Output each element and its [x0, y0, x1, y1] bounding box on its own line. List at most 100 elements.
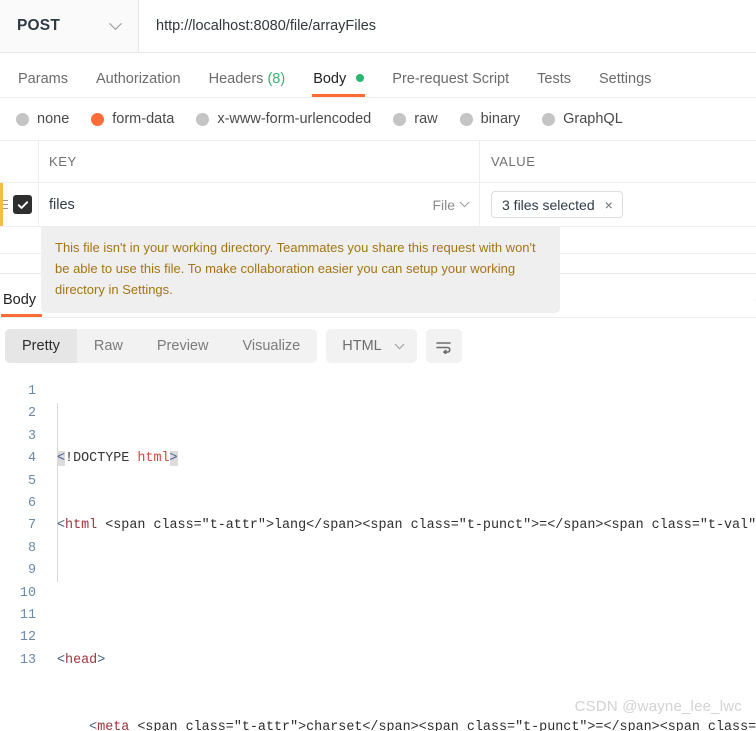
tab-pre-request-script[interactable]: Pre-request Script	[378, 70, 523, 98]
radio-selected-icon	[91, 112, 105, 126]
table-row: files File 3 files selected × This file …	[0, 183, 756, 314]
view-mode-label: Raw	[93, 338, 123, 354]
tab-params[interactable]: Params	[4, 70, 82, 98]
tab-body[interactable]: Body	[299, 70, 378, 98]
body-type-graphql[interactable]: GraphQL	[531, 111, 634, 127]
line-number: 9	[27, 563, 36, 579]
line-number: 13	[19, 652, 36, 668]
code-line: <head>	[57, 652, 106, 668]
tab-headers[interactable]: Headers (8)	[195, 70, 300, 98]
header-grip-column	[0, 141, 39, 182]
clear-files-icon[interactable]: ×	[605, 198, 613, 212]
row-type-label: File	[432, 196, 455, 213]
view-mode-visualize[interactable]: Visualize	[225, 329, 317, 363]
headers-count-badge: (8)	[267, 70, 286, 87]
row-enabled-checkbox[interactable]	[13, 195, 32, 214]
response-language-label: HTML	[342, 338, 382, 354]
row-value-cell[interactable]: 3 files selected ×	[480, 183, 756, 226]
word-wrap-button[interactable]	[425, 329, 462, 363]
tab-label: Settings	[598, 70, 652, 87]
watermark: CSDN @wayne_lee_lwc	[574, 698, 742, 715]
word-wrap-icon	[436, 341, 452, 354]
body-type-raw[interactable]: raw	[382, 111, 448, 127]
body-type-x-www-form-urlencoded[interactable]: x-www-form-urlencoded	[185, 111, 382, 127]
line-number: 6	[27, 496, 36, 512]
body-type-binary[interactable]: binary	[449, 111, 532, 127]
row-key-cell[interactable]: files File	[39, 183, 480, 226]
check-icon	[17, 200, 28, 209]
radio-icon	[542, 112, 556, 126]
radio-icon	[459, 112, 473, 126]
selected-files-pill: 3 files selected ×	[491, 191, 623, 218]
tab-tests[interactable]: Tests	[523, 70, 585, 98]
line-number: 3	[27, 428, 36, 444]
body-type-none[interactable]: none	[5, 111, 80, 127]
drag-handle-icon[interactable]	[0, 200, 8, 209]
warning-text: This file isn't in your working director…	[55, 240, 536, 298]
line-number: 10	[19, 585, 36, 601]
row-type-select[interactable]: File	[432, 196, 470, 213]
code-line: <html <span class="t-attr">lang</span><s…	[57, 518, 756, 534]
request-url-bar: POST http://localhost:8080/file/arrayFil…	[0, 0, 756, 53]
tab-label: Body	[3, 291, 37, 308]
response-body-code-viewer[interactable]: 1 2 3 4 5 6 7 8 9 10 11 12 13 <!DOCTYPE …	[0, 374, 756, 731]
view-mode-pretty[interactable]: Pretty	[5, 329, 77, 363]
code-line-number-gutter: 1 2 3 4 5 6 7 8 9 10 11 12 13	[0, 381, 45, 731]
request-tab-bar: Params Authorization Headers (8) Body Pr…	[0, 53, 756, 98]
request-url-input[interactable]: http://localhost:8080/file/arrayFiles	[139, 0, 756, 52]
body-type-form-data[interactable]: form-data	[80, 111, 185, 127]
working-directory-warning: This file isn't in your working director…	[41, 227, 560, 314]
line-number: 4	[27, 451, 36, 467]
indent-guide	[57, 403, 58, 583]
row-key-text: files	[49, 196, 75, 213]
code-content: <!DOCTYPE html> <html <span class="t-att…	[45, 381, 756, 731]
body-type-label: none	[37, 111, 70, 127]
view-mode-raw[interactable]: Raw	[77, 329, 140, 363]
request-url-text: http://localhost:8080/file/arrayFiles	[156, 18, 377, 34]
body-present-dot-icon	[356, 73, 365, 82]
http-method-label: POST	[17, 17, 61, 34]
view-mode-preview[interactable]: Preview	[140, 329, 226, 363]
row-controls	[0, 183, 39, 226]
body-type-label: x-www-form-urlencoded	[217, 111, 372, 127]
body-type-label: binary	[480, 111, 521, 127]
view-mode-label: Visualize	[242, 338, 301, 354]
line-number: 12	[19, 630, 36, 646]
tab-label: Headers	[208, 70, 264, 87]
body-type-label: raw	[414, 111, 438, 127]
selected-files-label: 3 files selected	[502, 196, 595, 213]
body-type-label: form-data	[112, 111, 175, 127]
tab-label: Pre-request Script	[392, 70, 510, 87]
code-line: <meta <span class="t-attr">charset</span…	[89, 720, 756, 731]
radio-icon	[393, 112, 407, 126]
body-type-radio-group: none form-data x-www-form-urlencoded raw…	[0, 98, 756, 141]
line-number: 5	[27, 473, 36, 489]
line-number: 2	[27, 406, 36, 422]
view-mode-label: Pretty	[22, 338, 60, 354]
body-type-label: GraphQL	[563, 111, 623, 127]
http-method-select[interactable]: POST	[0, 0, 139, 52]
tab-label: Tests	[537, 70, 571, 87]
line-number: 1	[27, 384, 36, 399]
response-view-mode-group: Pretty Raw Preview Visualize	[5, 329, 318, 363]
tab-label: Params	[18, 70, 68, 87]
tab-authorization[interactable]: Authorization	[82, 70, 195, 98]
view-mode-label: Preview	[156, 338, 209, 354]
header-key: KEY	[39, 141, 480, 182]
chevron-down-icon	[109, 16, 122, 30]
tab-label: Authorization	[95, 70, 181, 87]
chevron-down-icon	[459, 197, 470, 208]
tab-settings[interactable]: Settings	[585, 70, 665, 98]
response-language-select[interactable]: HTML	[326, 329, 417, 363]
header-value: VALUE	[491, 154, 536, 169]
radio-icon	[196, 112, 210, 126]
radio-icon	[16, 112, 29, 126]
form-data-table-header: KEY VALUE	[0, 141, 756, 183]
line-number: 7	[27, 518, 36, 534]
chevron-down-icon	[394, 338, 405, 349]
line-number: 11	[19, 608, 36, 624]
tab-label: Body	[313, 70, 347, 87]
response-view-toolbar: Pretty Raw Preview Visualize HTML	[0, 318, 756, 374]
line-number: 8	[27, 540, 36, 556]
